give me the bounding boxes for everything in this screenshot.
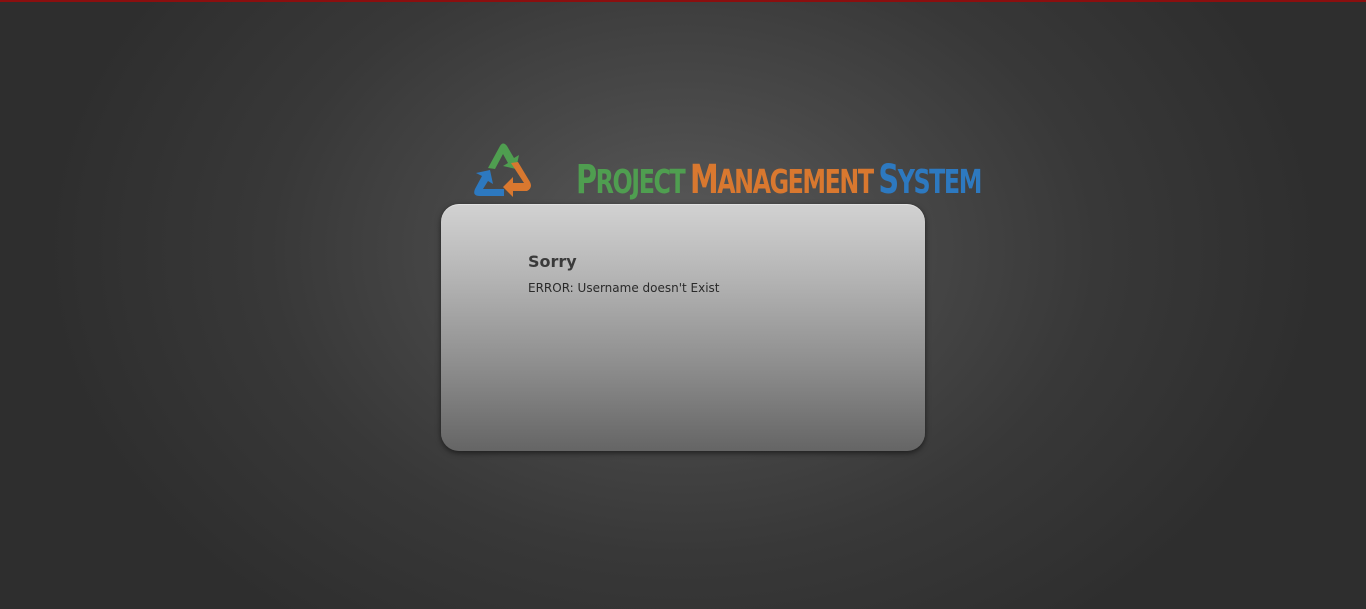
logo-initial-s: S <box>878 157 899 203</box>
logo-word-management: MANAGEMENT <box>690 157 874 203</box>
logo-rest-project: ROJECT <box>595 162 686 201</box>
logo-initial-m: M <box>690 157 719 203</box>
logo-initial-p: P <box>576 157 597 203</box>
recycle-icon <box>466 138 540 204</box>
error-message: ERROR: Username doesn't Exist <box>528 281 720 295</box>
logo-rest-management: ANAGEMENT <box>717 162 874 201</box>
logo-word-project: PROJECT <box>576 157 686 203</box>
logo-word-system: SYSTEM <box>878 157 983 203</box>
top-accent-bar <box>0 0 1366 2</box>
logo-wordmark: PROJECT MANAGEMENT SYSTEM <box>576 152 983 203</box>
error-title: Sorry <box>528 252 577 271</box>
logo-rest-system: YSTEM <box>897 162 983 201</box>
error-panel: Sorry ERROR: Username doesn't Exist <box>441 204 925 451</box>
